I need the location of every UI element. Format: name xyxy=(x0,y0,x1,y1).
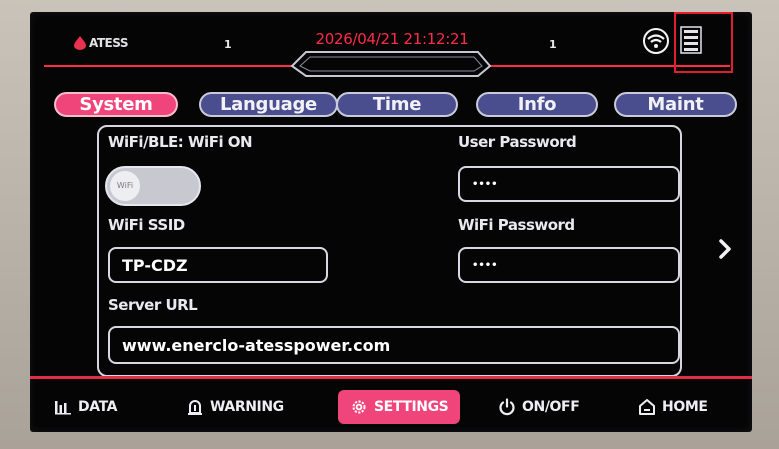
nav-onoff[interactable]: ON/OFF xyxy=(498,390,580,424)
tab-info[interactable]: Info xyxy=(476,92,598,117)
header-left-number: 1 xyxy=(224,38,232,51)
bottom-nav: DATA WARNING SETTINGS ON/OFF HOME xyxy=(30,380,752,432)
wifi-password-value: •••• xyxy=(472,259,498,271)
nav-warning[interactable]: WARNING xyxy=(186,390,284,424)
logo-text: ATESS xyxy=(89,36,128,50)
nav-home[interactable]: HOME xyxy=(638,390,708,424)
wifi-ssid-label: WiFi SSID xyxy=(108,216,185,234)
bar-chart-icon xyxy=(55,401,71,415)
tab-time[interactable]: Time xyxy=(336,92,458,117)
nav-settings-label: SETTINGS xyxy=(374,399,449,415)
atess-logo: ATESS xyxy=(74,36,128,50)
user-password-value: •••• xyxy=(472,178,498,190)
datetime-display: 2026/04/21 21:12:21 xyxy=(315,30,469,48)
home-icon xyxy=(639,399,655,415)
next-page-arrow-icon[interactable] xyxy=(718,238,732,260)
wifi-ssid-field[interactable]: TP-CDZ xyxy=(108,247,328,283)
nav-onoff-label: ON/OFF xyxy=(522,399,580,415)
tab-maint[interactable]: Maint xyxy=(614,92,737,117)
power-icon xyxy=(499,398,515,416)
nav-settings[interactable]: SETTINGS xyxy=(338,390,461,424)
flame-logo-icon xyxy=(74,36,86,50)
tab-system[interactable]: System xyxy=(54,92,178,117)
highlight-box xyxy=(674,12,733,73)
nav-data[interactable]: DATA xyxy=(54,390,117,424)
server-url-field[interactable]: www.enerclo-atesspower.com xyxy=(108,326,680,364)
gear-icon xyxy=(352,400,366,414)
wifi-icon[interactable] xyxy=(642,27,670,55)
wifi-toggle[interactable]: WiFi xyxy=(105,166,201,206)
server-url-label: Server URL xyxy=(108,296,198,314)
nav-data-label: DATA xyxy=(78,399,118,415)
header-right-number: 1 xyxy=(549,38,557,51)
wifi-ble-status-label: WiFi/BLE: WiFi ON xyxy=(108,133,253,151)
wifi-password-field[interactable]: •••• xyxy=(458,247,680,283)
status-header: ATESS 1 2026/04/21 21:12:21 1 xyxy=(30,12,752,78)
wifi-password-label: WiFi Password xyxy=(458,216,575,234)
user-password-label: User Password xyxy=(458,133,577,151)
server-url-value: www.enerclo-atesspower.com xyxy=(122,335,391,355)
device-screen: ATESS 1 2026/04/21 21:12:21 1 System Lan… xyxy=(30,12,752,432)
tab-language[interactable]: Language xyxy=(199,92,338,117)
nav-home-label: HOME xyxy=(662,399,708,415)
nav-warning-label: WARNING xyxy=(210,399,284,415)
warning-bell-icon xyxy=(188,400,202,415)
nav-divider xyxy=(30,376,752,379)
wifi-toggle-knob: WiFi xyxy=(110,171,140,201)
user-password-field[interactable]: •••• xyxy=(458,166,680,202)
wifi-ssid-value: TP-CDZ xyxy=(122,255,188,275)
